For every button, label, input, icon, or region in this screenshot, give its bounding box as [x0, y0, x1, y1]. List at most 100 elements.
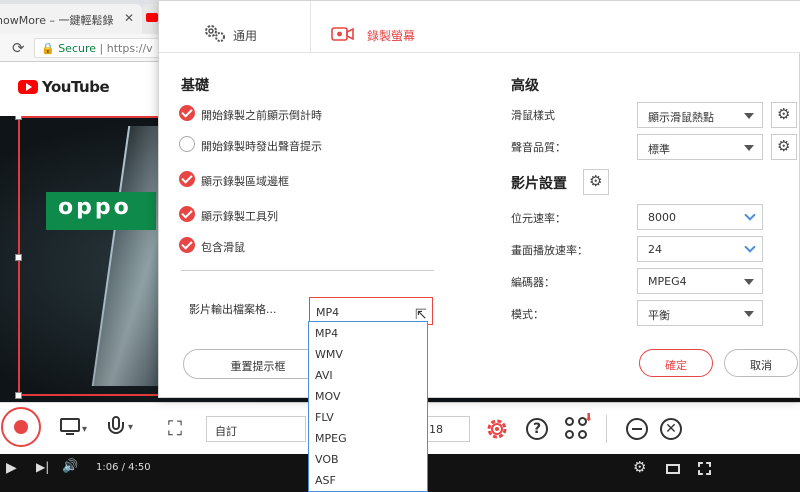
dropdown-arrow-icon — [744, 145, 754, 151]
gear-icon: ⚙ — [589, 172, 603, 190]
tab-record-screen-label: 錄製螢幕 — [367, 29, 416, 43]
url-text: | https://v — [99, 42, 153, 55]
close-icon[interactable]: ✕ — [660, 418, 682, 440]
dropdown-arrow-icon — [744, 279, 754, 285]
tab-record-screen[interactable]: 錄製螢幕 — [311, 1, 451, 53]
cursor-style-label: 滑鼠樣式 — [511, 109, 555, 122]
encoder-value: MPEG4 — [648, 275, 687, 288]
encoder-label: 編碼器： — [511, 276, 555, 289]
framerate-value: 24 — [648, 243, 662, 256]
option-label: 開始錄製之前顯示倒計時 — [201, 109, 322, 122]
chevron-down-icon — [744, 209, 756, 221]
basic-section-title: 基礎 — [181, 78, 209, 94]
dropdown-arrow-icon — [744, 311, 754, 317]
settings-tab-bar: 通用 錄製螢幕 — [159, 1, 800, 53]
section-divider — [181, 270, 434, 271]
youtube-wordmark[interactable]: YouTube — [42, 78, 110, 96]
lock-icon: 🔒 — [41, 42, 55, 55]
settings-dialog: 通用 錄製螢幕 基礎 開始錄製之前顯示倒計時 開始錄製時發出聲音提示 顯示錄製區… — [158, 0, 800, 398]
bitrate-select[interactable]: 8000 — [637, 204, 763, 230]
minimize-icon[interactable] — [626, 418, 648, 440]
format-option[interactable]: MOV — [315, 390, 340, 403]
next-icon[interactable]: ▶| — [36, 460, 49, 474]
browser-tab[interactable]: howMore – 一鍵輕鬆錄 ✕ — [0, 4, 142, 34]
video-time: 1:06 / 4:50 — [96, 462, 151, 473]
monitor-icon — [60, 418, 80, 432]
cursor-style-settings-button[interactable]: ⚙ — [771, 102, 797, 128]
checkbox-checked[interactable] — [179, 105, 195, 121]
audio-quality-value: 標準 — [648, 143, 670, 156]
bitrate-value: 8000 — [648, 211, 676, 224]
youtube-logo-icon[interactable] — [18, 80, 38, 94]
format-option[interactable]: VOB — [315, 453, 339, 466]
bitrate-label: 位元速率： — [511, 212, 566, 225]
format-dropdown-list: MP4 WMV AVI MOV FLV MPEG VOB ASF — [308, 321, 428, 492]
download-arrow-icon: ⬇ — [584, 411, 594, 424]
format-option[interactable]: FLV — [315, 411, 334, 424]
fullscreen-region-icon[interactable]: ⛶ — [168, 417, 190, 439]
settings-gear-icon[interactable] — [484, 416, 510, 442]
region-mode-field[interactable]: 自訂 — [206, 416, 306, 442]
checkbox-unchecked[interactable] — [179, 136, 195, 152]
audio-quality-select[interactable]: 標準 — [637, 134, 763, 160]
option-label: 顯示錄製工具列 — [201, 210, 278, 223]
tab-general[interactable]: 通用 — [159, 1, 311, 53]
chevron-down-icon — [744, 241, 756, 253]
tab-close-icon[interactable]: ✕ — [124, 11, 134, 25]
option-label: 顯示錄製區域邊框 — [201, 175, 289, 188]
theater-mode-icon[interactable] — [666, 464, 680, 474]
browser-tab-title: howMore – 一鍵輕鬆錄 — [0, 14, 114, 27]
microphone-arc — [108, 422, 124, 434]
gears-icon — [205, 25, 225, 42]
checkbox-checked[interactable] — [179, 171, 195, 187]
audio-quality-label: 聲音品質： — [511, 141, 566, 154]
video-settings-title: 影片設置 — [511, 176, 567, 192]
audio-quality-settings-button[interactable]: ⚙ — [771, 134, 797, 160]
resize-handle[interactable] — [15, 116, 22, 120]
dropdown-arrow-icon: ▾ — [128, 422, 134, 433]
omnibox[interactable]: 🔒 Secure | https://v — [34, 38, 174, 58]
format-option[interactable]: WMV — [315, 348, 343, 361]
play-icon[interactable]: ▶ — [6, 460, 17, 476]
mode-select[interactable]: 平衡 — [637, 300, 763, 326]
cancel-button[interactable]: 取消 — [724, 349, 798, 377]
record-button[interactable] — [1, 407, 41, 447]
region-size-field[interactable]: 18 — [424, 416, 470, 442]
checkbox-checked[interactable] — [179, 206, 195, 222]
volume-icon[interactable]: 🔊 — [62, 459, 78, 474]
gear-icon: ⚙ — [777, 137, 791, 155]
mode-label: 模式： — [511, 308, 544, 321]
video-settings-icon[interactable]: ⚙ — [633, 458, 646, 476]
dropdown-arrow-icon — [744, 113, 754, 119]
resize-handle[interactable] — [15, 392, 22, 399]
camera-record-icon — [331, 27, 354, 41]
secure-label: Secure — [58, 42, 97, 55]
fullscreen-icon[interactable] — [698, 462, 711, 475]
format-option[interactable]: AVI — [315, 369, 333, 382]
youtube-favicon-icon — [146, 13, 158, 22]
monitor-stand — [66, 433, 74, 435]
option-label: 開始錄製時發出聲音提示 — [201, 140, 322, 153]
format-option[interactable]: MPEG — [315, 432, 347, 445]
advanced-section-title: 高级 — [511, 78, 539, 94]
toolbar-divider — [606, 415, 607, 443]
option-label: 包含滑鼠 — [201, 241, 245, 254]
microphone-button[interactable]: ▾ — [108, 416, 136, 440]
encoder-select[interactable]: MPEG4 — [637, 268, 763, 294]
help-icon[interactable]: ? — [526, 418, 548, 440]
framerate-select[interactable]: 24 — [637, 236, 763, 262]
checkbox-checked[interactable] — [179, 237, 195, 253]
reload-icon[interactable]: ⟳ — [12, 39, 25, 57]
format-option[interactable]: MP4 — [315, 327, 338, 340]
gear-icon: ⚙ — [777, 105, 791, 123]
format-option[interactable]: ASF — [315, 474, 336, 487]
output-format-label: 影片輸出檔案格... — [189, 303, 277, 316]
video-settings-button[interactable]: ⚙ — [583, 169, 609, 195]
resize-handle[interactable] — [15, 254, 22, 261]
cursor-style-select[interactable]: 顯示滑鼠熱點 — [637, 102, 763, 128]
mode-value: 平衡 — [648, 309, 670, 322]
screen-source-button[interactable]: ▾ — [60, 418, 88, 438]
confirm-button[interactable]: 確定 — [639, 349, 713, 377]
dropdown-arrow-icon: ▾ — [82, 424, 88, 435]
framerate-label: 畫面播放速率： — [511, 244, 588, 257]
